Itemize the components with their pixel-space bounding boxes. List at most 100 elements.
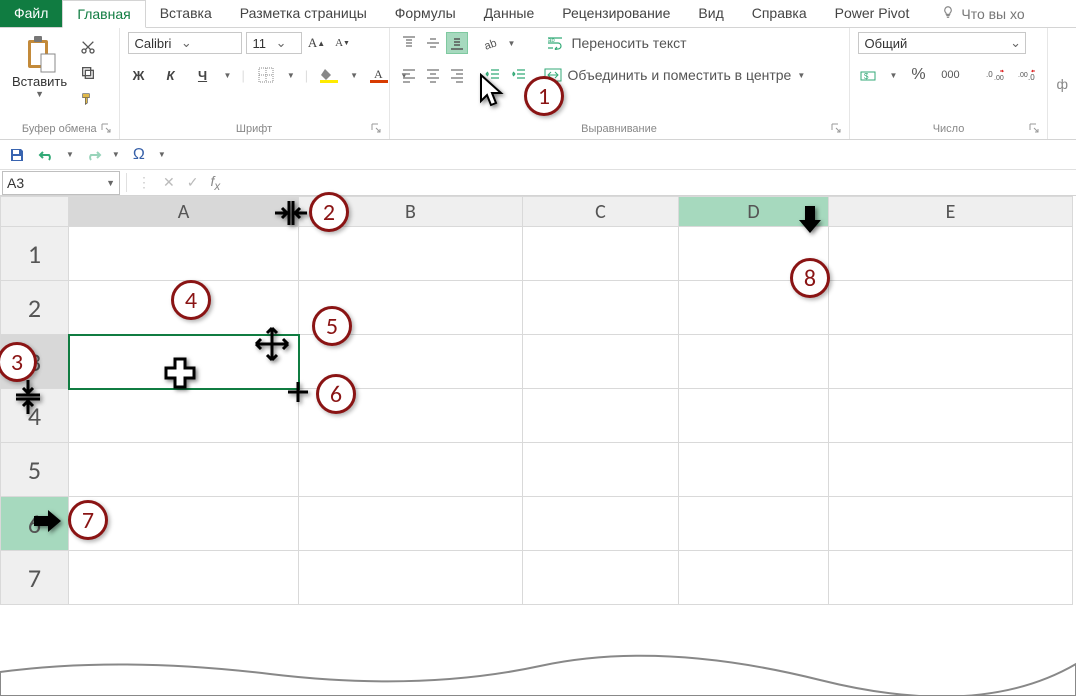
align-center-icon[interactable]: [422, 64, 444, 86]
clipboard-dialog-icon[interactable]: [101, 123, 111, 136]
chevron-down-icon[interactable]: ▼: [35, 89, 44, 99]
orientation-icon[interactable]: ab: [482, 32, 504, 54]
cell[interactable]: [523, 281, 679, 335]
save-icon[interactable]: [6, 144, 28, 166]
col-header-a[interactable]: A: [69, 197, 299, 227]
accounting-format-icon[interactable]: $: [858, 64, 880, 86]
cell[interactable]: [299, 497, 523, 551]
tab-file[interactable]: Файл: [0, 0, 62, 27]
cell[interactable]: [829, 281, 1073, 335]
cell[interactable]: [523, 389, 679, 443]
alignment-dialog-icon[interactable]: [831, 123, 841, 136]
cell[interactable]: [299, 551, 523, 605]
increase-decimal-icon[interactable]: .0.00: [985, 64, 1007, 86]
cell[interactable]: [299, 281, 523, 335]
dots-icon[interactable]: ⋮: [137, 174, 151, 191]
tab-insert[interactable]: Вставка: [146, 0, 226, 27]
undo-icon[interactable]: [36, 144, 58, 166]
cell[interactable]: [829, 335, 1073, 389]
chevron-down-icon[interactable]: ▼: [287, 71, 295, 80]
format-painter-dropdown[interactable]: ф: [1048, 28, 1076, 139]
decrease-font-icon[interactable]: A▼: [332, 32, 354, 54]
number-dialog-icon[interactable]: [1029, 123, 1039, 136]
cell[interactable]: [679, 281, 829, 335]
name-box[interactable]: A3 ▼: [2, 171, 120, 195]
cut-icon[interactable]: [77, 36, 99, 58]
cell[interactable]: [829, 497, 1073, 551]
decrease-decimal-icon[interactable]: .00.0: [1017, 64, 1039, 86]
copy-icon[interactable]: [77, 62, 99, 84]
tab-help[interactable]: Справка: [738, 0, 821, 27]
align-left-icon[interactable]: [398, 64, 420, 86]
decrease-indent-icon[interactable]: [482, 64, 504, 86]
row-header-4[interactable]: 4: [1, 389, 69, 443]
bold-button[interactable]: Ж: [128, 64, 150, 86]
tab-view[interactable]: Вид: [684, 0, 737, 27]
cell[interactable]: [829, 443, 1073, 497]
italic-button[interactable]: К: [160, 64, 182, 86]
formula-input[interactable]: [230, 171, 1076, 195]
font-size-combo[interactable]: 11 ⌄: [246, 32, 302, 54]
omega-icon[interactable]: Ω: [128, 144, 150, 166]
chevron-down-icon[interactable]: ▼: [508, 39, 516, 48]
tab-formulas[interactable]: Формулы: [381, 0, 470, 27]
cell[interactable]: [523, 443, 679, 497]
paste-button[interactable]: Вставить ▼: [8, 32, 71, 101]
cell[interactable]: [829, 551, 1073, 605]
tab-review[interactable]: Рецензирование: [548, 0, 684, 27]
align-bottom-icon[interactable]: [446, 32, 468, 54]
number-format-combo[interactable]: Общий ⌄: [858, 32, 1026, 54]
align-top-icon[interactable]: [398, 32, 420, 54]
fx-icon[interactable]: fx: [210, 173, 220, 193]
chevron-down-icon[interactable]: ▼: [66, 150, 74, 159]
chevron-down-icon[interactable]: ▼: [890, 71, 898, 80]
increase-indent-icon[interactable]: [508, 64, 530, 86]
tab-data[interactable]: Данные: [470, 0, 549, 27]
cell[interactable]: [299, 335, 523, 389]
underline-button[interactable]: Ч: [192, 64, 214, 86]
row-header-6[interactable]: 6: [1, 497, 69, 551]
borders-icon[interactable]: [255, 64, 277, 86]
cell[interactable]: [829, 389, 1073, 443]
cell[interactable]: [679, 227, 829, 281]
fill-color-icon[interactable]: [318, 64, 340, 86]
cell[interactable]: [679, 551, 829, 605]
row-header-7[interactable]: 7: [1, 551, 69, 605]
cell[interactable]: [829, 227, 1073, 281]
cell[interactable]: [69, 497, 299, 551]
cell[interactable]: [69, 389, 299, 443]
increase-font-icon[interactable]: A▲: [306, 32, 328, 54]
col-header-d[interactable]: D: [679, 197, 829, 227]
align-right-icon[interactable]: [446, 64, 468, 86]
row-header-2[interactable]: 2: [1, 281, 69, 335]
cell[interactable]: [679, 335, 829, 389]
percent-icon[interactable]: %: [907, 64, 929, 86]
select-all-corner[interactable]: [1, 197, 69, 227]
cell[interactable]: [679, 443, 829, 497]
cell[interactable]: [299, 443, 523, 497]
chevron-down-icon[interactable]: ⌄: [1007, 35, 1025, 51]
cell[interactable]: [69, 443, 299, 497]
font-color-icon[interactable]: A: [368, 64, 390, 86]
align-middle-icon[interactable]: [422, 32, 444, 54]
tab-powerpivot[interactable]: Power Pivot: [821, 0, 924, 27]
redo-icon[interactable]: [82, 144, 104, 166]
cell[interactable]: [679, 389, 829, 443]
font-name-combo[interactable]: Calibri ⌄: [128, 32, 242, 54]
chevron-down-icon[interactable]: ▼: [106, 178, 115, 188]
chevron-down-icon[interactable]: ⌄: [177, 35, 195, 51]
cell[interactable]: [523, 551, 679, 605]
grid[interactable]: A B C D E 1 2 3 4 5 6 7: [0, 196, 1073, 605]
row-header-1[interactable]: 1: [1, 227, 69, 281]
row-header-3[interactable]: 3: [1, 335, 69, 389]
enter-formula-icon[interactable]: ✓: [187, 174, 199, 191]
col-header-b[interactable]: B: [299, 197, 523, 227]
chevron-down-icon[interactable]: ⌄: [272, 35, 290, 51]
cell[interactable]: [299, 227, 523, 281]
cell[interactable]: [299, 389, 523, 443]
col-header-e[interactable]: E: [829, 197, 1073, 227]
cell[interactable]: [523, 335, 679, 389]
tab-tellme[interactable]: Что вы хо: [927, 0, 1038, 27]
cancel-formula-icon[interactable]: ✕: [163, 174, 175, 191]
wrap-text-button[interactable]: ab Переносить текст: [547, 35, 686, 51]
